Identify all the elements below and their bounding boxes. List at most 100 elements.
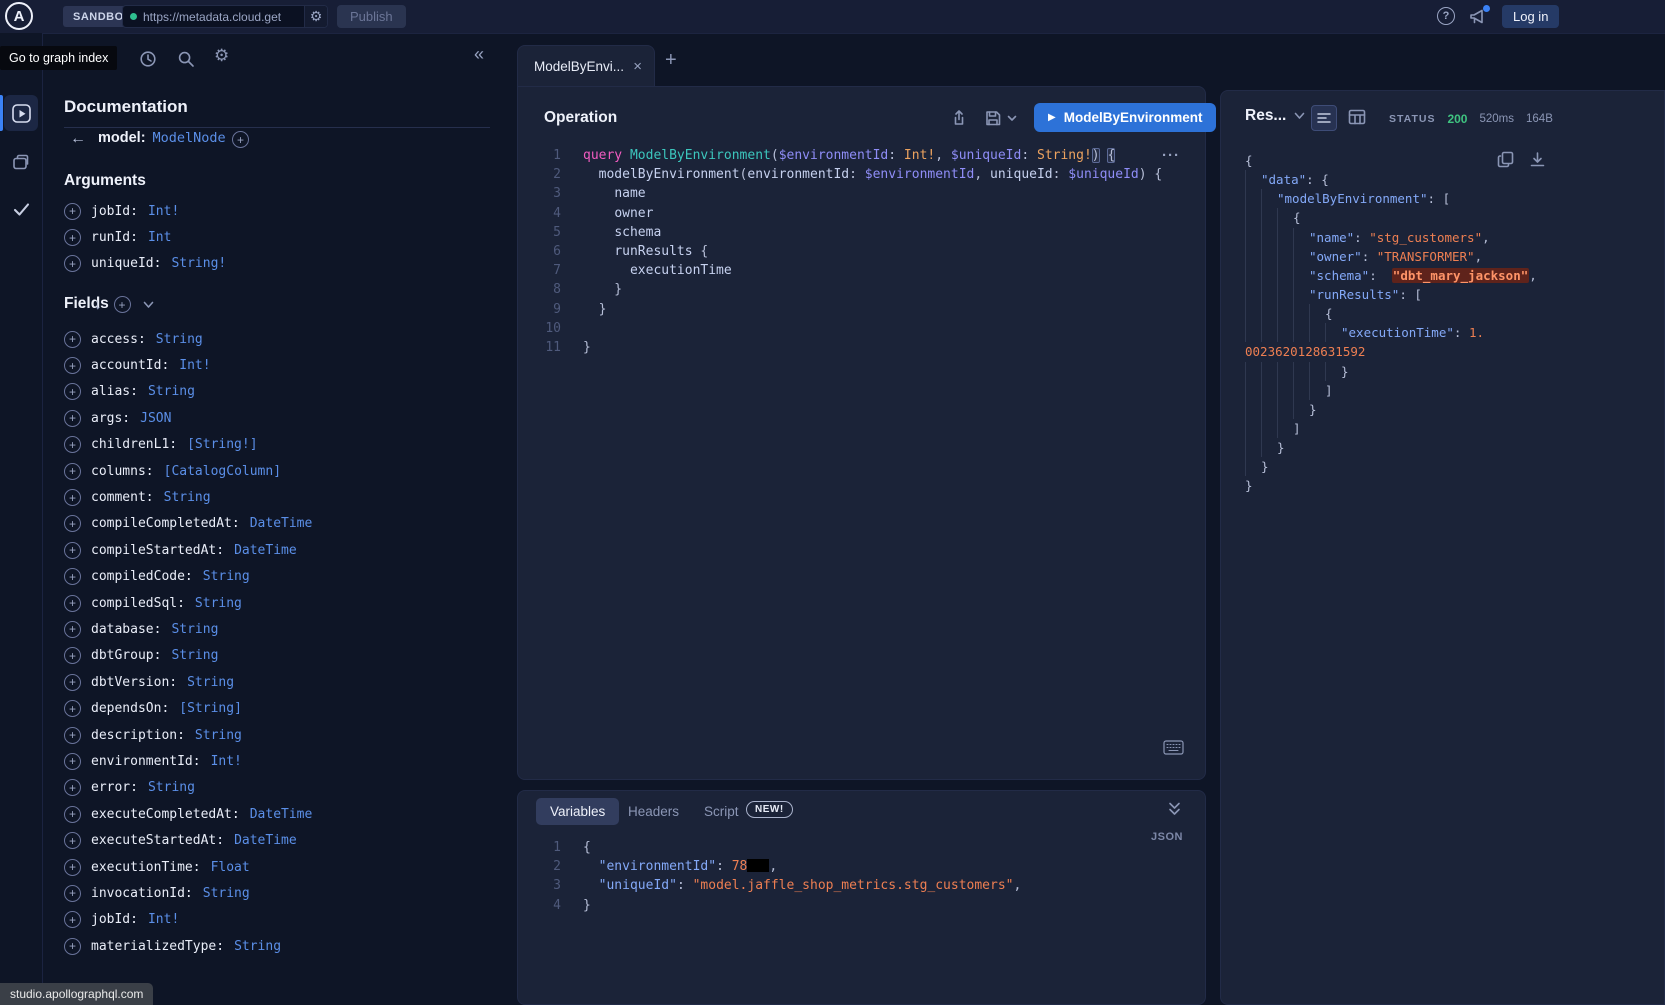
operation-editor[interactable]: 1query ModelByEnvironment($environmentId… xyxy=(541,146,1162,357)
field-type-link[interactable]: String xyxy=(203,886,250,901)
add-to-query-button[interactable]: + xyxy=(64,542,81,559)
field-type-link[interactable]: DateTime xyxy=(250,516,313,531)
doc-field-row[interactable]: +jobId:Int! xyxy=(64,907,504,933)
field-type-link[interactable]: String xyxy=(171,648,218,663)
add-to-query-button[interactable]: + xyxy=(64,859,81,876)
add-type-button[interactable]: + xyxy=(232,131,249,148)
doc-field-row[interactable]: +compileStartedAt:DateTime xyxy=(64,537,504,563)
doc-field-row[interactable]: +executeCompletedAt:DateTime xyxy=(64,801,504,827)
add-to-query-button[interactable]: + xyxy=(64,832,81,849)
field-type-link[interactable]: String xyxy=(148,384,195,399)
add-to-query-button[interactable]: + xyxy=(64,753,81,770)
add-to-query-button[interactable]: + xyxy=(64,331,81,348)
add-to-query-button[interactable]: + xyxy=(64,595,81,612)
add-to-query-button[interactable]: + xyxy=(64,229,81,246)
doc-field-row[interactable]: +materializedType:String xyxy=(64,933,504,959)
publish-button[interactable]: Publish xyxy=(337,5,406,28)
rail-item-checks[interactable] xyxy=(10,198,32,220)
field-type-link[interactable]: Int! xyxy=(148,204,179,219)
doc-field-row[interactable]: +executionTime:Float xyxy=(64,854,504,880)
add-to-query-button[interactable]: + xyxy=(64,568,81,585)
doc-field-row[interactable]: +args:JSON xyxy=(64,405,504,431)
add-to-query-button[interactable]: + xyxy=(64,806,81,823)
doc-field-row[interactable]: +jobId:Int! xyxy=(64,198,504,224)
apollo-logo-icon[interactable]: A xyxy=(5,2,33,30)
endpoint-url-input[interactable]: https://metadata.cloud.get ⚙ xyxy=(122,5,328,28)
add-to-query-button[interactable]: + xyxy=(64,357,81,374)
add-to-query-button[interactable]: + xyxy=(64,203,81,220)
doc-field-row[interactable]: +runId:Int xyxy=(64,224,504,250)
add-to-query-button[interactable]: + xyxy=(64,779,81,796)
tab-headers[interactable]: Headers xyxy=(628,804,679,819)
field-type-link[interactable]: String xyxy=(164,490,211,505)
history-button[interactable] xyxy=(139,50,157,68)
field-type-link[interactable]: String xyxy=(148,780,195,795)
field-type-link[interactable]: String xyxy=(171,622,218,637)
tab-modelbyenvironment[interactable]: ModelByEnvi... × xyxy=(517,45,655,86)
add-to-query-button[interactable]: + xyxy=(64,700,81,717)
table-view-button[interactable] xyxy=(1348,109,1366,125)
breadcrumb-type-link[interactable]: ModelNode xyxy=(153,130,226,146)
doc-field-row[interactable]: +columns:[CatalogColumn] xyxy=(64,458,504,484)
add-to-query-button[interactable]: + xyxy=(64,410,81,427)
doc-field-row[interactable]: +dependsOn:[String] xyxy=(64,695,504,721)
doc-field-row[interactable]: +dbtVersion:String xyxy=(64,669,504,695)
doc-field-row[interactable]: +compileCompletedAt:DateTime xyxy=(64,511,504,537)
rail-item-explorer[interactable] xyxy=(4,95,38,131)
field-type-link[interactable]: [CatalogColumn] xyxy=(164,464,281,479)
variables-editor[interactable]: 1{2 "environmentId": 78,3 "uniqueId": "m… xyxy=(541,838,1021,915)
field-type-link[interactable]: String xyxy=(234,939,281,954)
field-type-link[interactable]: String xyxy=(187,675,234,690)
field-type-link[interactable]: [String] xyxy=(179,701,242,716)
save-options-button[interactable] xyxy=(1007,115,1017,122)
doc-field-row[interactable]: +description:String xyxy=(64,722,504,748)
doc-field-row[interactable]: +comment:String xyxy=(64,484,504,510)
doc-field-row[interactable]: +environmentId:Int! xyxy=(64,748,504,774)
field-type-link[interactable]: Int! xyxy=(211,754,242,769)
add-to-query-button[interactable]: + xyxy=(64,463,81,480)
field-type-link[interactable]: String xyxy=(195,728,242,743)
field-type-link[interactable]: String xyxy=(203,569,250,584)
doc-field-row[interactable]: +invocationId:String xyxy=(64,880,504,906)
add-to-query-button[interactable]: + xyxy=(64,515,81,532)
add-to-query-button[interactable]: + xyxy=(64,255,81,272)
field-type-link[interactable]: String xyxy=(156,332,203,347)
rail-item-schema[interactable] xyxy=(10,151,32,173)
add-all-fields-button[interactable]: + xyxy=(114,296,131,313)
field-type-link[interactable]: String! xyxy=(171,256,226,271)
endpoint-settings-icon[interactable]: ⚙ xyxy=(304,6,327,27)
new-tab-button[interactable]: + xyxy=(665,50,677,70)
add-to-query-button[interactable]: + xyxy=(64,647,81,664)
search-button[interactable] xyxy=(177,50,195,68)
field-type-link[interactable]: DateTime xyxy=(234,543,297,558)
doc-field-row[interactable]: +accountId:Int! xyxy=(64,352,504,378)
field-type-link[interactable]: DateTime xyxy=(250,807,313,822)
settings-button[interactable]: ⚙ xyxy=(214,47,229,64)
help-button[interactable]: ? xyxy=(1437,7,1455,25)
field-type-link[interactable]: Int xyxy=(148,230,171,245)
add-to-query-button[interactable]: + xyxy=(64,674,81,691)
doc-field-row[interactable]: +compiledCode:String xyxy=(64,564,504,590)
doc-field-row[interactable]: +childrenL1:[String!] xyxy=(64,432,504,458)
response-chevron-button[interactable] xyxy=(1294,112,1305,120)
add-to-query-button[interactable]: + xyxy=(64,911,81,928)
add-to-query-button[interactable]: + xyxy=(64,383,81,400)
doc-field-row[interactable]: +database:String xyxy=(64,616,504,642)
share-button[interactable] xyxy=(950,109,968,127)
doc-field-row[interactable]: +dbtGroup:String xyxy=(64,643,504,669)
save-button[interactable] xyxy=(984,109,1002,127)
doc-field-row[interactable]: +executeStartedAt:DateTime xyxy=(64,827,504,853)
field-type-link[interactable]: DateTime xyxy=(234,833,297,848)
field-type-link[interactable]: [String!] xyxy=(187,437,257,452)
keyboard-shortcuts-button[interactable] xyxy=(1163,740,1184,755)
back-button[interactable]: ← xyxy=(70,131,86,147)
add-to-query-button[interactable]: + xyxy=(64,436,81,453)
chevron-down-icon[interactable] xyxy=(143,301,154,309)
field-type-link[interactable]: Float xyxy=(211,860,250,875)
run-operation-button[interactable]: ▶ ModelByEnvironment xyxy=(1034,103,1216,132)
doc-field-row[interactable]: +compiledSql:String xyxy=(64,590,504,616)
doc-field-row[interactable]: +error:String xyxy=(64,775,504,801)
operation-menu-button[interactable]: ··· xyxy=(1162,147,1180,164)
add-to-query-button[interactable]: + xyxy=(64,489,81,506)
tab-script[interactable]: Script xyxy=(704,804,739,819)
